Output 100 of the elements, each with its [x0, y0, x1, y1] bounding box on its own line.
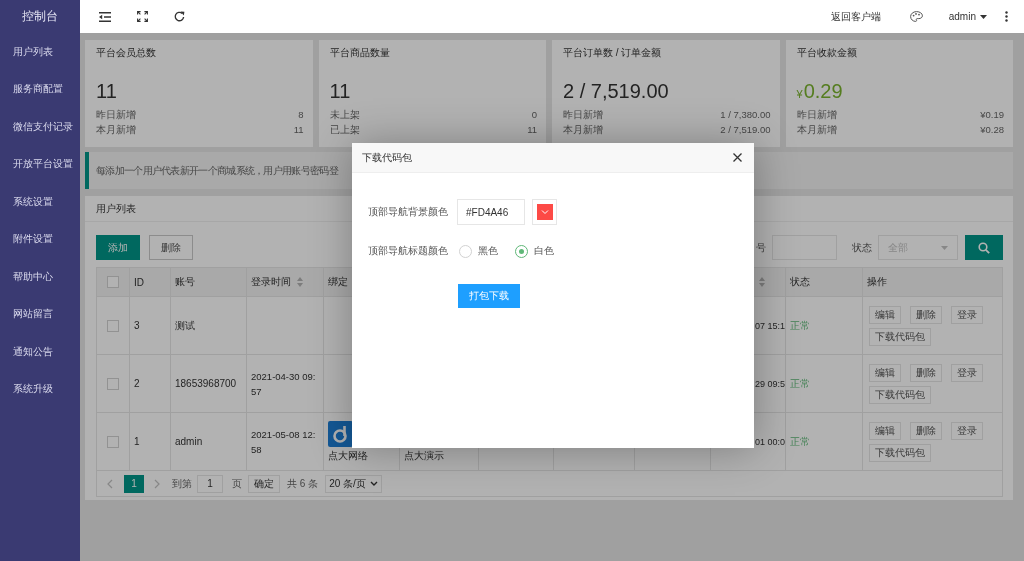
notice-text: 每添加一个用户代表新开一个商城系统，用户用账号密码登 [96, 163, 338, 178]
color-picker[interactable] [532, 199, 557, 225]
fullscreen-icon[interactable] [137, 11, 148, 22]
filter-input[interactable] [772, 235, 837, 260]
table-cell: 点大演示 [404, 450, 444, 461]
refresh-icon[interactable] [174, 11, 185, 22]
stat-number: 11 [527, 123, 537, 137]
radio-option[interactable]: 白色 [515, 244, 554, 258]
confirm-button[interactable]: 确定 [248, 474, 280, 493]
stat-value: 0.29 [803, 79, 843, 104]
sidebar-item[interactable]: 通知公告 [0, 333, 80, 371]
stat-title: 平台订单数 / 订单金额 [563, 47, 662, 58]
caret-icon [980, 14, 987, 19]
search-button[interactable] [965, 235, 1003, 260]
action-button[interactable]: 登录 [951, 421, 983, 440]
stat-label: 本月新增 [796, 123, 837, 137]
total-count: 共 6 条 [287, 476, 319, 491]
sidebar-item[interactable]: 附件设置 [0, 220, 80, 258]
table-cell: 07 15:1 [754, 320, 785, 331]
toolbar-button[interactable]: 删除 [149, 235, 193, 260]
stat-number: ¥0.19 [980, 108, 1004, 122]
column-header: 操作 [867, 275, 887, 289]
stat-label: 未上架 [329, 108, 360, 122]
sidebar-title: 控制台 [22, 8, 58, 25]
stat-label: 本月新增 [96, 123, 136, 137]
radio-option[interactable]: 黑色 [459, 244, 498, 258]
table-cell: 18653968700 [175, 378, 237, 389]
checkbox[interactable] [107, 377, 119, 390]
field-label: 顶部导航背景颜色 [368, 205, 448, 219]
checkbox[interactable] [107, 319, 119, 332]
user-menu[interactable]: admin [948, 11, 987, 22]
stat-number: 0 [531, 108, 537, 122]
palette-icon[interactable] [909, 11, 923, 22]
stat-value: 11 [329, 79, 351, 104]
column-header: 绑定 [328, 275, 348, 289]
stat-label: 已上架 [329, 123, 360, 137]
stat-number: 8 [298, 108, 304, 122]
sidebar-item[interactable]: 系统设置 [0, 183, 80, 221]
stat-title: 平台会员总数 [96, 47, 156, 58]
sidebar-item[interactable]: 开放平台设置 [0, 145, 80, 183]
table-cell: 1 [134, 436, 140, 447]
page-size-select[interactable]: 20 条/页 [325, 474, 382, 493]
color-input[interactable]: #FD4A46 [457, 199, 525, 225]
column-header: 状态 [790, 275, 810, 289]
page-input[interactable]: 1 [197, 474, 223, 493]
stat-number: 2 / 7,519.00 [720, 123, 771, 137]
stat-number: 1 / 7,380.00 [720, 108, 771, 122]
sidebar-item[interactable]: 微信支付记录 [0, 108, 80, 146]
checkbox[interactable] [107, 276, 119, 288]
filter-label: 状态 [852, 240, 872, 255]
chevron-right-icon[interactable] [154, 478, 160, 489]
sidebar-item[interactable]: 帮助中心 [0, 258, 80, 296]
currency-symbol: ¥ [796, 88, 803, 100]
table-cell: admin [175, 436, 203, 447]
stat-value: 11 [96, 79, 117, 104]
action-button[interactable]: 下载代码包 [869, 327, 931, 346]
action-button[interactable]: 删除 [910, 363, 942, 382]
sidebar-item[interactable]: 服务商配置 [0, 70, 80, 108]
action-button[interactable]: 下载代码包 [869, 443, 931, 462]
action-button[interactable]: 编辑 [869, 305, 901, 324]
stat-label: 昨日新增 [796, 108, 837, 122]
chevron-left-icon[interactable] [107, 478, 113, 489]
more-icon[interactable] [1005, 11, 1008, 22]
action-button[interactable]: 编辑 [869, 363, 901, 382]
table-cell: 01 00:0 [754, 436, 785, 447]
pagination-text: 页 [232, 476, 242, 491]
action-button[interactable]: 删除 [910, 421, 942, 440]
menu-icon[interactable] [99, 11, 111, 22]
action-button[interactable]: 登录 [951, 363, 983, 382]
column-header: 登录时间 [251, 275, 291, 289]
sort-icon[interactable] [297, 277, 303, 287]
status-text: 正常 [790, 318, 810, 333]
checkbox[interactable] [107, 435, 119, 448]
action-button[interactable]: 编辑 [869, 421, 901, 440]
action-button[interactable]: 登录 [951, 305, 983, 324]
stat-title: 平台商品数量 [329, 47, 390, 58]
sidebar-item[interactable]: 网站留言 [0, 295, 80, 333]
field-label: 顶部导航标题颜色 [368, 244, 448, 258]
action-button[interactable]: 删除 [910, 305, 942, 324]
table-cell-text: 2021-05-08 12:58 [251, 427, 317, 457]
modal-title: 下载代码包 [362, 150, 412, 165]
close-icon[interactable] [733, 153, 742, 162]
status-text: 正常 [790, 376, 810, 391]
table-cell-text: 2021-04-30 09:57 [251, 369, 317, 399]
stat-title: 平台收款金额 [796, 47, 857, 58]
table-cell: 点大网络 [328, 450, 368, 461]
sidebar-item[interactable]: 用户列表 [0, 33, 80, 71]
caret-icon [941, 245, 948, 250]
stat-label: 昨日新增 [96, 108, 136, 122]
search-icon [978, 241, 990, 254]
sidebar-item[interactable]: 系统升级 [0, 370, 80, 408]
back-link[interactable]: 返回客户端 [830, 9, 881, 24]
chevron-down-icon [369, 481, 378, 486]
sort-icon[interactable] [759, 277, 765, 287]
action-button[interactable]: 下载代码包 [869, 385, 931, 404]
panel-title: 用户列表 [96, 201, 136, 216]
table-cell: 2 [134, 378, 140, 389]
stat-number: ¥0.28 [980, 123, 1004, 137]
table-cell: 29 09:5 [754, 378, 785, 389]
stat-value: 2 / 7,519.00 [563, 79, 669, 104]
